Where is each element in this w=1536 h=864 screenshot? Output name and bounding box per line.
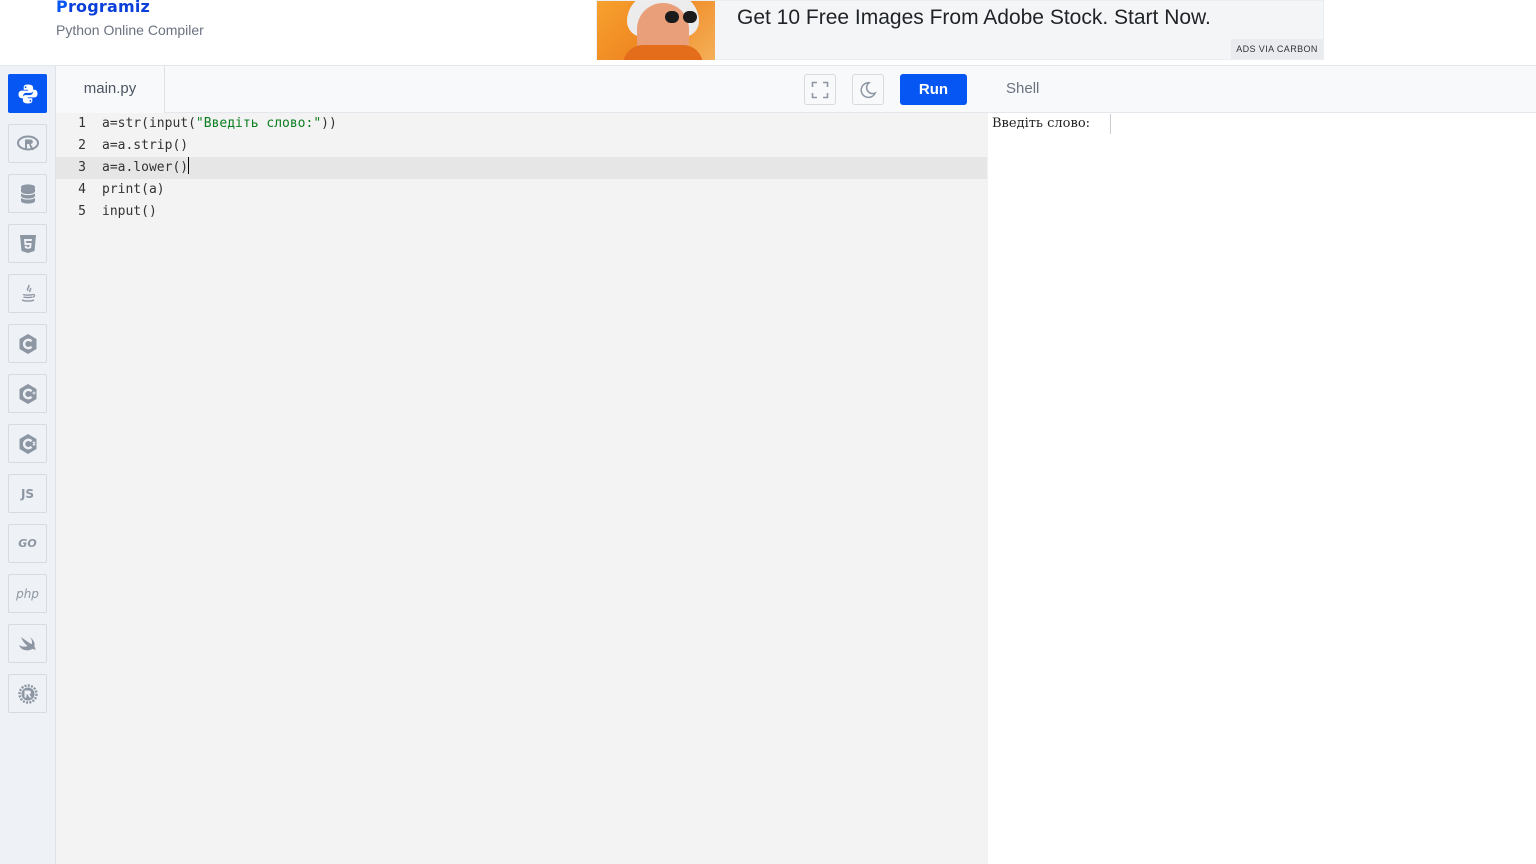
ad-image[interactable] [597, 1, 715, 60]
fullscreen-icon [811, 81, 829, 98]
sidebar-item-python[interactable] [8, 74, 47, 113]
line-code: input() [102, 204, 157, 219]
editor-panel: main.py Run 1 a=str(input("Введіть слово… [56, 66, 988, 864]
shell-input-caret[interactable] [1110, 114, 1111, 134]
programiz-logo[interactable]: Programiz [56, 0, 150, 16]
go-icon: GO [18, 537, 37, 550]
line-number: 1 [78, 116, 86, 131]
line-number: 2 [78, 138, 86, 153]
fullscreen-button[interactable] [804, 74, 836, 105]
cpp-icon [19, 383, 36, 404]
sidebar-item-sql[interactable] [8, 174, 47, 213]
logo-text: rogramiz [67, 0, 151, 16]
csharp-icon [19, 433, 36, 454]
line-code: print(a) [102, 182, 165, 197]
code-line[interactable]: 2 a=a.strip() [56, 135, 987, 157]
line-code: a=a.lower() [102, 157, 190, 179]
php-icon: php [16, 586, 39, 601]
header: Programiz Python Online Compiler Get 10 … [0, 0, 1536, 66]
line-code: a=a.strip() [102, 138, 189, 153]
shell-header: Shell [988, 66, 1536, 113]
code-line[interactable]: 5 input() [56, 201, 987, 223]
code-editor[interactable]: 1 a=str(input("Введіть слово:")) 2 a=a.s… [56, 113, 988, 864]
ad-text[interactable]: Get 10 Free Images From Adobe Stock. Sta… [737, 6, 1211, 30]
tab-main-py[interactable]: main.py [56, 66, 165, 113]
sidebar-item-csharp[interactable] [8, 424, 47, 463]
page-subtitle: Python Online Compiler [56, 22, 204, 38]
line-number: 3 [78, 160, 86, 175]
python-icon [18, 84, 37, 103]
sidebar-item-html[interactable] [8, 224, 47, 263]
ad-via-carbon-tag[interactable]: ADS VIA CARBON [1231, 39, 1323, 59]
run-button[interactable]: Run [900, 74, 967, 105]
logo-first-letter: P [56, 0, 68, 16]
editor-tabbar: main.py Run [56, 66, 988, 113]
shell-panel: Shell Введіть слово: [988, 66, 1536, 864]
shell-title: Shell [1006, 80, 1040, 97]
moon-icon [860, 81, 877, 98]
sidebar-item-c[interactable] [8, 324, 47, 363]
html5-icon [19, 234, 36, 253]
sidebar-item-swift[interactable] [8, 624, 47, 663]
code-line[interactable]: 1 a=str(input("Введіть слово:")) [56, 113, 987, 135]
swift-icon [18, 636, 35, 650]
java-icon [21, 284, 35, 302]
sidebar-item-go[interactable]: GO [8, 524, 47, 563]
sidebar-item-rust[interactable] [8, 674, 47, 713]
line-number: 4 [78, 182, 86, 197]
line-number: 5 [78, 204, 86, 219]
ad-banner[interactable]: Get 10 Free Images From Adobe Stock. Sta… [596, 0, 1324, 60]
code-line-active[interactable]: 3 a=a.lower() [56, 157, 987, 179]
sidebar-item-r[interactable] [8, 124, 47, 163]
code-line[interactable]: 4 print(a) [56, 179, 987, 201]
database-icon [20, 183, 35, 204]
c-icon [19, 333, 36, 354]
line-code: a=str(input("Введіть слово:")) [102, 116, 337, 131]
js-icon: JS [20, 486, 35, 501]
theme-toggle-button[interactable] [852, 74, 884, 105]
sidebar-item-php[interactable]: php [8, 574, 47, 613]
language-sidebar: JS GO php [0, 66, 56, 864]
sidebar-item-javascript[interactable]: JS [8, 474, 47, 513]
rust-icon [17, 683, 38, 704]
sidebar-item-java[interactable] [8, 274, 47, 313]
sidebar-item-cpp[interactable] [8, 374, 47, 413]
r-icon [16, 135, 39, 150]
text-cursor [188, 157, 190, 174]
shell-output[interactable]: Введіть слово: [992, 116, 1090, 131]
